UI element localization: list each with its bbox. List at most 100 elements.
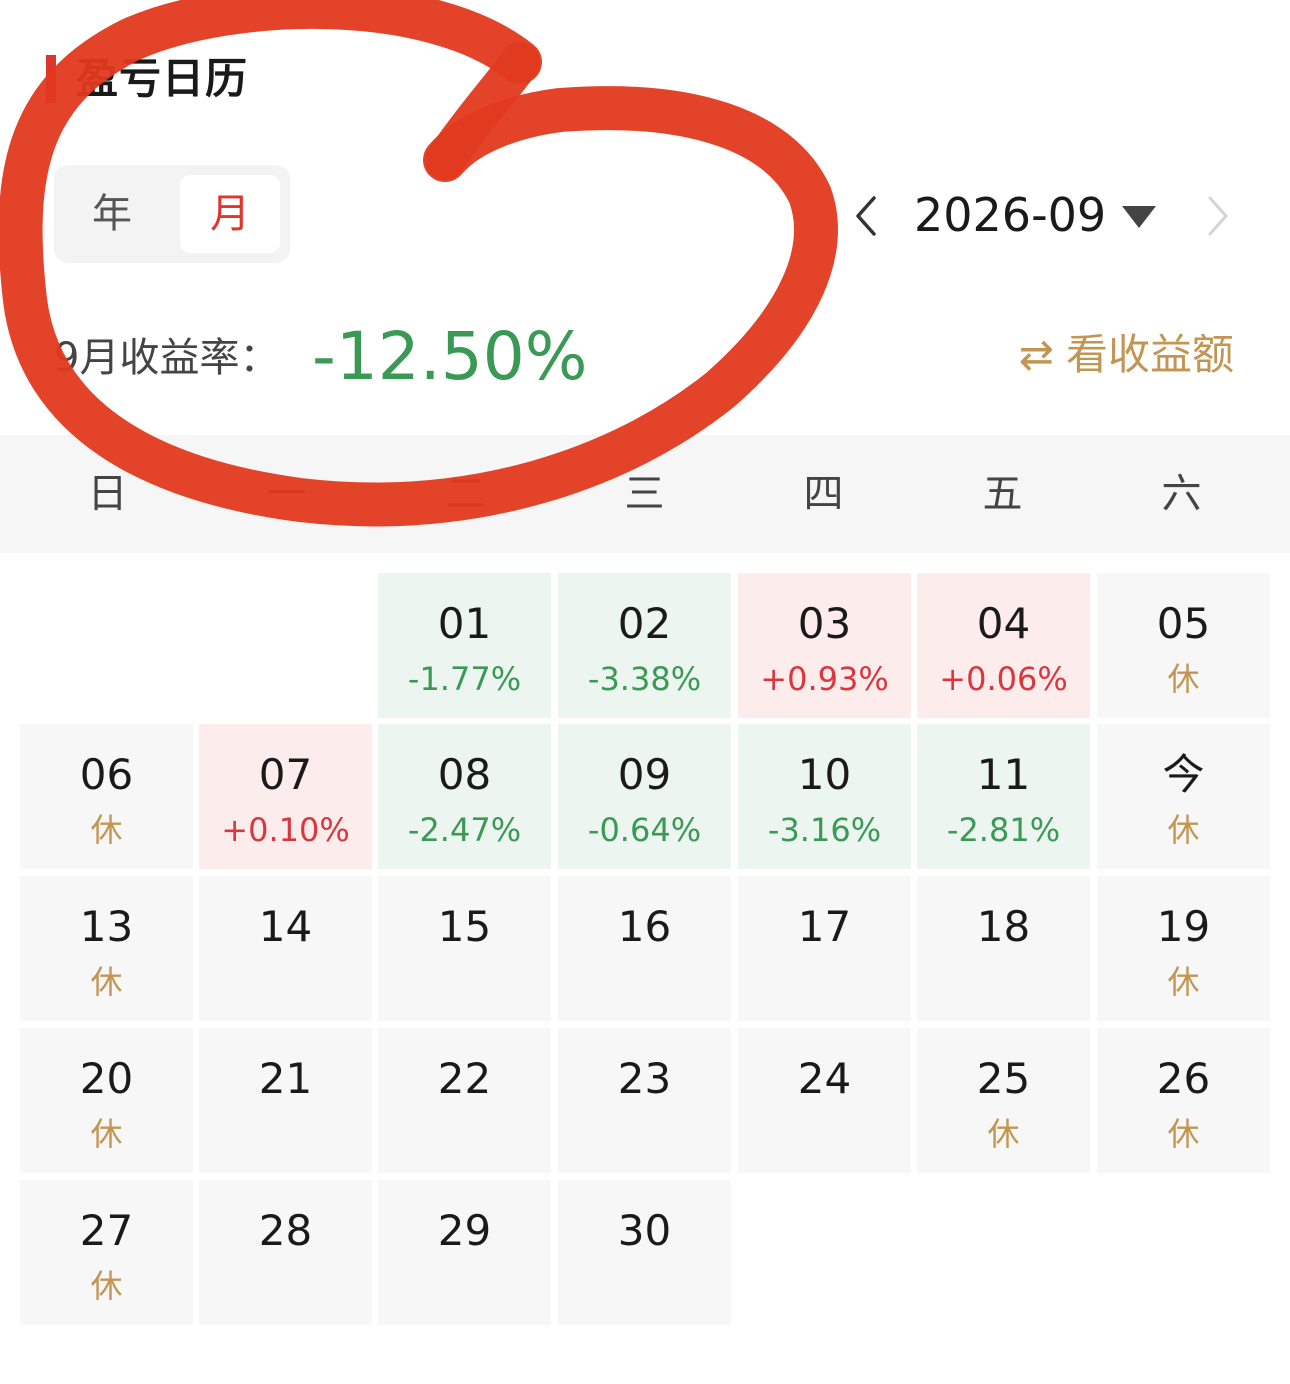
weekday-label: 日 (87, 471, 128, 517)
rest-day-label: 休 (1167, 963, 1200, 1001)
view-amount-toggle[interactable]: ⇄ 看收益额 (1019, 326, 1234, 384)
calendar-day-cell[interactable]: 08 -2.47% (378, 724, 551, 869)
calendar-day-cell[interactable]: 23 (558, 1028, 731, 1173)
month-return-value: -12.50% (312, 318, 588, 395)
day-return-value: -0.64% (587, 811, 702, 849)
swap-arrows-icon: ⇄ (1018, 330, 1054, 379)
calendar-day-cell[interactable]: 01 -1.77% (378, 573, 551, 718)
day-number: 19 (1156, 902, 1211, 951)
rest-day-label: 休 (987, 1115, 1020, 1153)
day-number: 28 (258, 1206, 313, 1255)
day-return-value: +0.10% (221, 811, 350, 849)
calendar-day-cell[interactable]: 02 -3.38% (558, 573, 731, 718)
day-number: 15 (437, 902, 492, 951)
chevron-right-icon[interactable] (1200, 190, 1236, 242)
calendar-day-cell[interactable]: 22 (378, 1028, 551, 1173)
day-number: 21 (258, 1054, 313, 1103)
day-number: 22 (437, 1054, 492, 1103)
calendar-day-cell[interactable]: 25 休 (917, 1028, 1090, 1173)
rest-day-label: 休 (90, 963, 123, 1001)
day-number: 06 (79, 750, 134, 799)
day-number: 01 (437, 599, 492, 648)
calendar-day-cell[interactable]: 18 (917, 876, 1090, 1021)
weekday-header: 日 一 二 三 四 五 六 (0, 435, 1290, 553)
calendar-day-cell[interactable]: 26 休 (1097, 1028, 1270, 1173)
weekday-label: 五 (982, 471, 1023, 517)
day-number: 24 (797, 1054, 852, 1103)
day-return-value: -1.77% (407, 660, 522, 698)
title-accent-bar (46, 55, 56, 103)
rest-day-label: 休 (90, 1115, 123, 1153)
rest-day-label: 休 (90, 1267, 123, 1305)
day-number: 20 (79, 1054, 134, 1103)
year-tab[interactable]: 年 (62, 175, 162, 253)
month-tab[interactable]: 月 (180, 175, 280, 253)
weekday-label: 一 (266, 471, 307, 517)
calendar-day-cell[interactable]: 20 休 (20, 1028, 193, 1173)
day-number: 29 (437, 1206, 492, 1255)
day-number: 10 (797, 750, 852, 799)
chevron-left-icon[interactable] (846, 188, 886, 244)
calendar-day-cell[interactable]: 15 (378, 876, 551, 1021)
day-number: 07 (258, 750, 313, 799)
day-number: 05 (1156, 599, 1211, 648)
calendar-day-cell[interactable]: 27 休 (20, 1180, 193, 1325)
calendar-day-cell[interactable]: 今休 (1097, 724, 1270, 869)
day-number: 17 (797, 902, 852, 951)
calendar-day-cell[interactable]: 17 (738, 876, 911, 1021)
current-month-label[interactable]: 2026-09 (914, 185, 1106, 245)
day-number: 今 (1162, 750, 1205, 799)
page-title: 盈亏日历 (76, 54, 249, 103)
day-return-value: +0.06% (939, 660, 1068, 698)
calendar-day-cell[interactable]: 21 (199, 1028, 372, 1173)
calendar-day-cell[interactable]: 30 (558, 1180, 731, 1325)
day-number: 03 (797, 599, 852, 648)
day-number: 11 (976, 750, 1031, 799)
day-number: 14 (258, 902, 313, 951)
calendar-day-cell[interactable]: 28 (199, 1180, 372, 1325)
calendar-day-cell[interactable]: 19 休 (1097, 876, 1270, 1021)
view-amount-label: 看收益额 (1065, 330, 1234, 379)
day-number: 16 (617, 902, 672, 951)
dropdown-triangle-icon[interactable] (1120, 202, 1158, 230)
calendar-day-cell[interactable]: 10 -3.16% (738, 724, 911, 869)
day-number: 25 (976, 1054, 1031, 1103)
day-number: 09 (617, 750, 672, 799)
calendar-day-cell[interactable]: 09 -0.64% (558, 724, 731, 869)
day-return-value: -3.38% (587, 660, 702, 698)
calendar-day-cell[interactable]: 05 休 (1097, 573, 1270, 718)
day-return-value: -2.81% (946, 811, 1061, 849)
calendar-day-cell[interactable]: 29 (378, 1180, 551, 1325)
calendar-day-cell[interactable]: 16 (558, 876, 731, 1021)
rest-day-label: 休 (90, 811, 123, 849)
day-number: 08 (437, 750, 492, 799)
day-number: 18 (976, 902, 1031, 951)
calendar-day-cell[interactable]: 06 休 (20, 724, 193, 869)
day-number: 02 (617, 599, 672, 648)
day-return-value: -3.16% (767, 811, 882, 849)
period-segmented-control: 年 月 (54, 165, 290, 263)
rest-day-label: 休 (1167, 811, 1200, 849)
day-return-value: +0.93% (760, 660, 889, 698)
weekday-label: 六 (1161, 471, 1202, 517)
rest-day-label: 休 (1167, 660, 1200, 698)
weekday-label: 三 (624, 471, 665, 517)
day-number: 23 (617, 1054, 672, 1103)
calendar-day-cell[interactable]: 13 休 (20, 876, 193, 1021)
calendar-day-cell[interactable]: 11 -2.81% (917, 724, 1090, 869)
day-number: 13 (79, 902, 134, 951)
day-number: 30 (617, 1206, 672, 1255)
month-return-label: 9月收益率： (54, 335, 280, 381)
day-number: 26 (1156, 1054, 1211, 1103)
calendar-day-cell[interactable]: 24 (738, 1028, 911, 1173)
day-number: 27 (79, 1206, 134, 1255)
calendar-day-cell[interactable]: 14 (199, 876, 372, 1021)
weekday-label: 二 (445, 471, 486, 517)
calendar-day-cell[interactable]: 04 +0.06% (917, 573, 1090, 718)
day-return-value: -2.47% (407, 811, 522, 849)
weekday-label: 四 (803, 471, 844, 517)
day-number: 04 (976, 599, 1031, 648)
calendar-day-cell[interactable]: 03 +0.93% (738, 573, 911, 718)
calendar-day-cell[interactable]: 07 +0.10% (199, 724, 372, 869)
rest-day-label: 休 (1167, 1115, 1200, 1153)
